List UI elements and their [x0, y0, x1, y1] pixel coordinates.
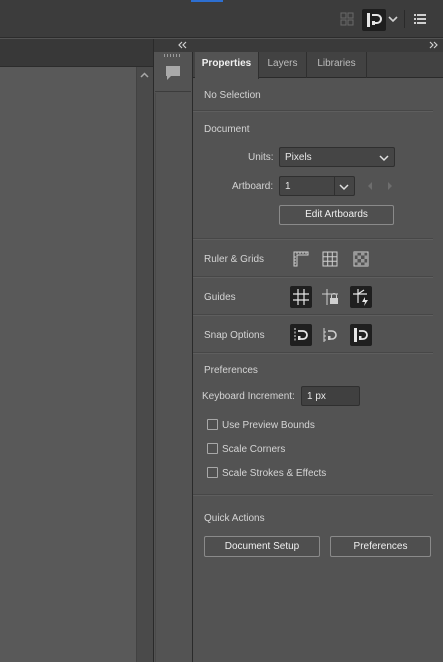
snap-to-pixel-icon[interactable]	[350, 324, 372, 346]
artboard-value: 1	[285, 181, 291, 192]
comments-icon[interactable]	[163, 63, 183, 83]
collapse-panel-icon[interactable]	[176, 40, 188, 50]
scale-corners-checkbox[interactable]	[207, 443, 218, 454]
preferences-heading: Preferences	[204, 365, 258, 376]
vertical-scrollbar[interactable]	[136, 67, 153, 662]
active-tab-indicator	[191, 0, 223, 2]
snap-to-grid-icon[interactable]	[319, 324, 341, 346]
tab-libraries[interactable]: Libraries	[307, 52, 367, 78]
arrange-icon[interactable]	[339, 11, 355, 27]
section-divider	[193, 494, 433, 496]
section-divider	[193, 276, 433, 278]
toolbar-divider	[404, 10, 405, 28]
use-preview-bounds-label: Use Preview Bounds	[222, 420, 315, 431]
panel-header	[193, 39, 443, 52]
list-icon[interactable]	[413, 12, 427, 26]
scale-strokes-effects-checkbox[interactable]	[207, 467, 218, 478]
expand-panel-icon[interactable]	[428, 40, 440, 50]
chevron-down-icon	[379, 155, 389, 162]
document-heading: Document	[204, 124, 250, 135]
artboard-dropdown[interactable]: 1	[279, 176, 355, 196]
tab-layers[interactable]: Layers	[259, 52, 307, 78]
icon-strip-divider	[155, 93, 191, 662]
section-divider	[193, 110, 433, 112]
keyboard-increment-value: 1 px	[307, 391, 326, 402]
section-divider	[193, 314, 433, 316]
artboard-label: Artboard:	[232, 181, 274, 192]
dropdown-divider	[334, 177, 335, 195]
chevron-down-icon[interactable]	[387, 13, 399, 25]
canvas-area[interactable]	[0, 67, 136, 662]
show-guides-icon[interactable]	[290, 286, 312, 308]
grid-icon[interactable]	[319, 248, 341, 270]
document-tab-strip	[0, 39, 153, 67]
scale-strokes-effects-label: Scale Strokes & Effects	[222, 468, 327, 479]
keyboard-increment-label: Keyboard Increment:	[202, 391, 295, 402]
section-divider	[193, 352, 433, 354]
previous-artboard-icon[interactable]	[365, 181, 375, 191]
snap-to-pixel-toolbar-icon[interactable]	[362, 9, 386, 31]
next-artboard-icon[interactable]	[385, 181, 395, 191]
drag-grip-icon[interactable]	[164, 54, 182, 57]
units-label: Units:	[248, 152, 274, 163]
section-divider	[193, 238, 433, 240]
smart-guides-icon[interactable]	[350, 286, 372, 308]
lock-guides-icon[interactable]	[319, 286, 341, 308]
preferences-button[interactable]: Preferences	[330, 536, 431, 557]
chevron-down-icon	[339, 184, 349, 191]
ruler-icon[interactable]	[290, 248, 312, 270]
tab-properties[interactable]: Properties	[195, 52, 259, 79]
scroll-up-icon[interactable]	[139, 70, 150, 81]
ruler-grids-label: Ruler & Grids	[204, 254, 265, 265]
units-value: Pixels	[285, 152, 312, 163]
keyboard-increment-input[interactable]: 1 px	[301, 386, 360, 406]
use-preview-bounds-checkbox[interactable]	[207, 419, 218, 430]
guides-label: Guides	[204, 292, 236, 303]
transparency-grid-icon[interactable]	[350, 248, 372, 270]
snap-options-label: Snap Options	[204, 330, 265, 341]
units-dropdown[interactable]: Pixels	[279, 147, 395, 167]
selection-status: No Selection	[204, 90, 261, 101]
quick-actions-heading: Quick Actions	[204, 513, 265, 524]
snap-to-point-icon[interactable]	[290, 324, 312, 346]
edit-artboards-button[interactable]: Edit Artboards	[279, 205, 394, 225]
document-setup-button[interactable]: Document Setup	[204, 536, 320, 557]
scale-corners-label: Scale Corners	[222, 444, 286, 455]
